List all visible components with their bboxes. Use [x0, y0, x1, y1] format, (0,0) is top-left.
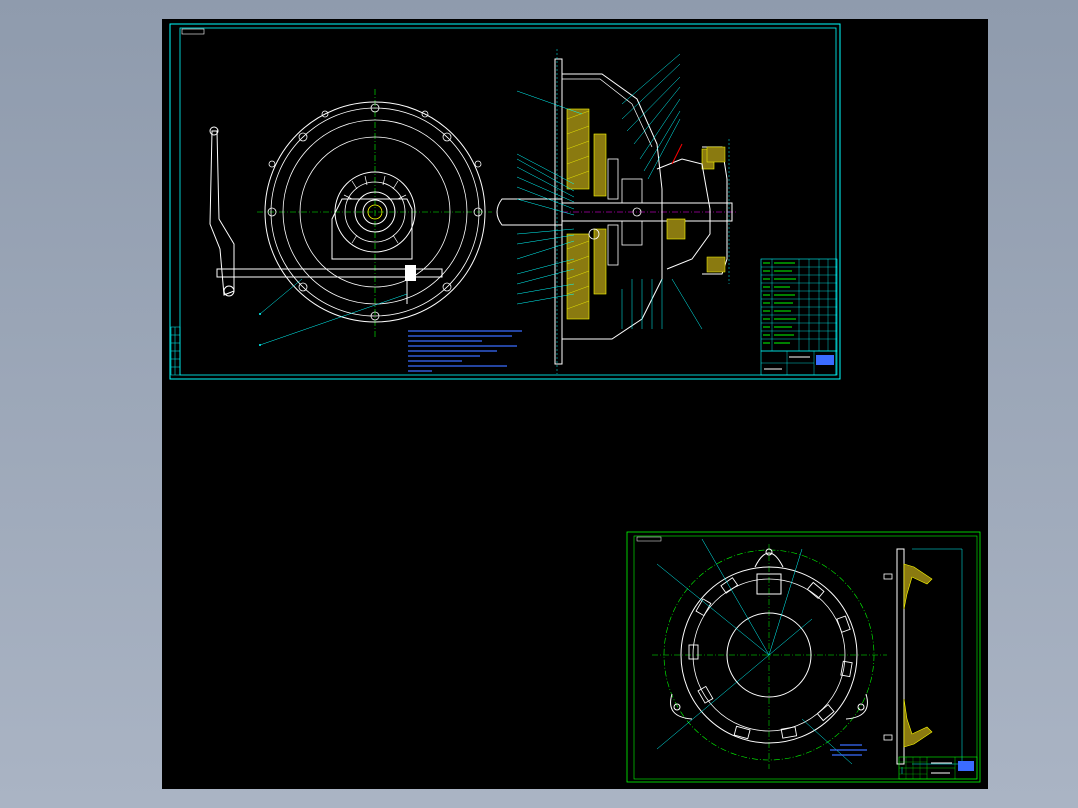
plate-dimension-rays	[656, 538, 853, 765]
cad-drawing-svg	[169, 23, 981, 783]
main-sheet	[169, 23, 841, 380]
section-view	[496, 49, 737, 374]
title-block	[760, 350, 838, 376]
detail-title-block-logo	[958, 761, 974, 771]
front-view-leader-dots	[259, 313, 261, 346]
detail-notes	[830, 744, 867, 756]
release-bearing-housing	[656, 158, 711, 270]
detail-title-block	[898, 756, 978, 780]
main-sheet-inner-border	[179, 27, 837, 376]
front-view-leaders	[259, 278, 408, 346]
title-block-logo	[816, 355, 834, 365]
section-dimension-lines	[556, 49, 730, 374]
plate-windows	[688, 577, 853, 740]
plate-section-bottom-hatch	[903, 698, 933, 748]
parts-list	[760, 258, 838, 352]
main-sheet-tag	[181, 28, 205, 35]
detail-notes-text-lines	[830, 744, 867, 756]
plate-section-view	[883, 548, 963, 774]
main-left-margin-table	[170, 326, 181, 376]
front-view-centerlines	[257, 89, 492, 339]
lever-pivot	[223, 285, 235, 297]
plate-section-web	[896, 548, 905, 765]
detail-sheet-inner-border	[633, 535, 978, 780]
plate-section-notch-bottom	[883, 734, 893, 741]
detail-sheet-outer-border	[626, 531, 981, 783]
parts-list-grid	[761, 259, 837, 351]
detail-sheet	[626, 531, 981, 783]
plate-centerlines	[652, 544, 887, 769]
front-view	[209, 89, 492, 346]
plate-plan-view	[652, 538, 887, 769]
cad-drawing-canvas[interactable]	[162, 19, 988, 789]
bell-housing-top-section	[706, 146, 726, 163]
notes-text-lines	[408, 330, 522, 372]
detail-sheet-tag	[636, 536, 662, 542]
plate-section-notch-top	[883, 573, 893, 580]
input-shaft	[496, 198, 563, 226]
bell-housing-bottom-section	[706, 256, 726, 273]
plate-section-top-hatch	[903, 563, 933, 610]
main-sheet-outer-border	[169, 23, 841, 380]
technical-notes	[408, 330, 522, 372]
release-lever	[209, 130, 235, 296]
shaft-clamp	[405, 265, 416, 281]
